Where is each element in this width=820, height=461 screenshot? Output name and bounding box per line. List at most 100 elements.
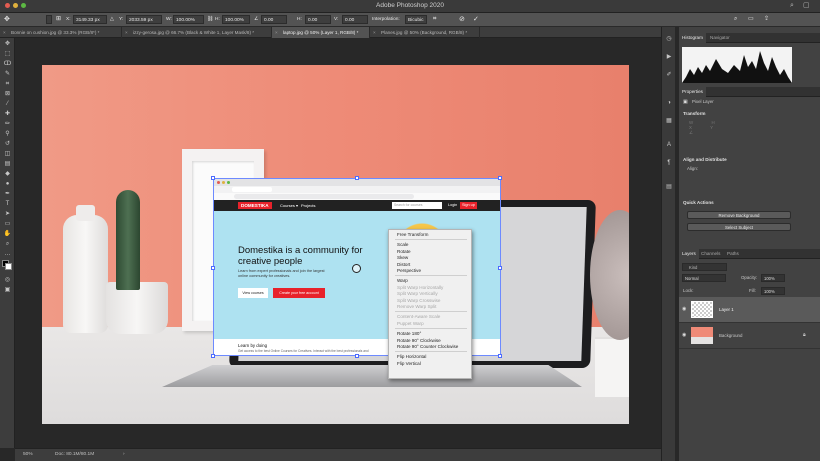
height-field[interactable]: 100.00% bbox=[222, 15, 250, 24]
warp-mode-icon[interactable]: ⌗ bbox=[433, 15, 436, 24]
crop-tool-icon[interactable]: ⌗ bbox=[3, 80, 12, 88]
context-menu-item[interactable]: Rotate 90° Counter Clockwise bbox=[397, 344, 458, 349]
context-menu-item[interactable]: Skew bbox=[397, 255, 408, 260]
history-brush-icon[interactable]: ↺ bbox=[3, 140, 12, 148]
tab-properties[interactable]: Properties bbox=[679, 87, 706, 97]
zoom-tool-icon[interactable]: ⌕ bbox=[3, 240, 12, 248]
search-icon[interactable]: ⌕ bbox=[734, 15, 737, 24]
document-tab[interactable]: × Bonnie on cushion.jpg @ 33.3% (RGB/8*) … bbox=[0, 27, 122, 38]
close-tab-icon[interactable]: × bbox=[373, 27, 376, 38]
context-menu-item[interactable]: Flip Horizontal bbox=[397, 354, 426, 359]
quick-mask-icon[interactable]: ◎ bbox=[3, 276, 12, 284]
foreground-color-swatch[interactable] bbox=[5, 263, 12, 270]
transform-handle[interactable] bbox=[498, 354, 502, 358]
context-menu-item[interactable]: Rotate bbox=[397, 249, 411, 254]
commit-transform-icon[interactable]: ✓ bbox=[473, 15, 479, 24]
tab-paths[interactable]: Paths bbox=[724, 249, 742, 259]
context-menu-item[interactable]: Perspective bbox=[397, 268, 421, 273]
context-menu-item[interactable]: Distort bbox=[397, 262, 410, 267]
close-tab-icon[interactable]: × bbox=[3, 27, 6, 38]
reference-point-icon[interactable] bbox=[352, 264, 361, 273]
h-skew-field[interactable]: 0.00 bbox=[305, 15, 331, 24]
share-icon[interactable]: ⇪ bbox=[764, 15, 769, 24]
angle-field[interactable]: 0.00 bbox=[261, 15, 287, 24]
layer-row[interactable]: ◉ Background 🔒︎ bbox=[679, 323, 820, 349]
opacity-field[interactable]: 100% bbox=[761, 274, 785, 282]
eyedropper-tool-icon[interactable]: ⁄ bbox=[3, 100, 12, 108]
tab-navigator[interactable]: Navigator bbox=[707, 33, 733, 43]
y-position-field[interactable]: 2033.59 px bbox=[126, 15, 162, 24]
reference-point-icon[interactable]: ⊞ bbox=[56, 15, 61, 24]
adjustments-icon[interactable]: ◑ bbox=[665, 99, 673, 107]
more-tools-icon[interactable]: … bbox=[3, 250, 12, 258]
close-tab-icon[interactable]: × bbox=[275, 27, 278, 38]
context-menu-item[interactable]: Flip Vertical bbox=[397, 361, 421, 366]
tab-layers[interactable]: Layers bbox=[679, 249, 699, 259]
tab-channels[interactable]: Channels bbox=[698, 249, 723, 259]
move-tool-icon[interactable]: ✥ bbox=[4, 15, 10, 24]
visibility-eye-icon[interactable]: ◉ bbox=[682, 332, 686, 338]
document-tab[interactable]: × izzy-gerosa.jpg @ 66.7% (Black & White … bbox=[122, 27, 272, 38]
width-field[interactable]: 100.00% bbox=[173, 15, 204, 24]
context-menu-item[interactable]: Scale bbox=[397, 242, 409, 247]
context-menu-item[interactable]: Warp bbox=[397, 278, 408, 283]
nav-courses[interactable]: Courses ▾ bbox=[280, 202, 298, 209]
transform-handle[interactable] bbox=[355, 354, 359, 358]
artboard-tool-icon[interactable]: ⬚ bbox=[3, 50, 12, 58]
transform-handle[interactable] bbox=[211, 176, 215, 180]
pen-tool-icon[interactable]: ✒ bbox=[3, 190, 12, 198]
fill-field[interactable]: 100% bbox=[761, 287, 785, 295]
visibility-eye-icon[interactable]: ◉ bbox=[682, 306, 686, 312]
site-search[interactable]: Search for courses bbox=[392, 202, 442, 209]
frame-tool-icon[interactable]: ⊠ bbox=[3, 90, 12, 98]
layer-row-selected[interactable]: ◉ Layer 1 bbox=[679, 297, 820, 323]
select-subject-button[interactable]: Select Subject bbox=[687, 223, 791, 231]
screen-mode-icon[interactable]: ▣ bbox=[3, 286, 12, 294]
link-icon[interactable]: ⛓ bbox=[207, 15, 213, 24]
reference-point-checkbox[interactable] bbox=[46, 15, 52, 24]
quick-actions-title[interactable]: Quick Actions bbox=[683, 200, 714, 205]
workspace-switcher-icon[interactable]: ▭ bbox=[748, 15, 754, 24]
transform-handle[interactable] bbox=[498, 266, 502, 270]
context-menu-item[interactable]: Rotate 180° bbox=[397, 331, 421, 336]
document-tab-active[interactable]: × laptop.jpg @ 50% (Layer 1, RGB/8) * bbox=[272, 27, 370, 38]
v-skew-field[interactable]: 0.00 bbox=[342, 15, 368, 24]
context-menu-item[interactable]: Rotate 90° Clockwise bbox=[397, 338, 441, 343]
rectangle-tool-icon[interactable]: ▭ bbox=[3, 220, 12, 228]
document-tab[interactable]: × Planes.jpg @ 50% (Background, RGB/8) * bbox=[370, 27, 480, 38]
site-signup[interactable]: Sign up bbox=[460, 202, 477, 209]
dodge-tool-icon[interactable]: ● bbox=[3, 180, 12, 188]
transform-section-title[interactable]: Transform bbox=[683, 111, 705, 116]
history-icon[interactable]: ◷ bbox=[665, 35, 673, 43]
quick-select-tool-icon[interactable]: ✎ bbox=[3, 70, 12, 78]
blur-tool-icon[interactable]: ◆ bbox=[3, 170, 12, 178]
tab-histogram[interactable]: Histogram bbox=[679, 33, 706, 43]
view-courses-button[interactable]: View courses bbox=[238, 288, 268, 298]
status-arrow-icon[interactable]: › bbox=[123, 449, 125, 461]
eraser-tool-icon[interactable]: ◫ bbox=[3, 150, 12, 158]
play-icon[interactable]: ▶ bbox=[665, 53, 673, 61]
nav-projects[interactable]: Projects bbox=[301, 202, 315, 209]
brush-settings-icon[interactable]: ✐ bbox=[665, 71, 673, 79]
type-tool-icon[interactable]: T bbox=[3, 200, 12, 208]
cancel-transform-icon[interactable]: ⊘ bbox=[459, 15, 465, 24]
create-account-button[interactable]: Create your free account bbox=[273, 288, 325, 298]
layer-name[interactable]: Layer 1 bbox=[719, 307, 734, 312]
paragraph-icon[interactable]: ¶ bbox=[665, 159, 673, 167]
remove-background-button[interactable]: Remove Background bbox=[687, 211, 791, 219]
blend-mode-select[interactable]: Normal bbox=[682, 274, 726, 282]
interpolation-select[interactable]: Bicubic bbox=[405, 15, 427, 24]
swatches-icon[interactable]: ▤ bbox=[665, 183, 673, 191]
context-menu-item[interactable]: Free Transform bbox=[397, 232, 428, 237]
clone-stamp-icon[interactable]: ⚲ bbox=[3, 130, 12, 138]
transform-handle[interactable] bbox=[498, 176, 502, 180]
align-section-title[interactable]: Align and Distribute bbox=[683, 157, 727, 162]
gradient-tool-icon[interactable]: ▤ bbox=[3, 160, 12, 168]
transform-handle[interactable] bbox=[211, 266, 215, 270]
hand-tool-icon[interactable]: ✋ bbox=[3, 230, 12, 238]
layer-filter-select[interactable]: Kind bbox=[682, 263, 727, 271]
path-select-icon[interactable]: ➤ bbox=[3, 210, 12, 218]
close-tab-icon[interactable]: × bbox=[125, 27, 128, 38]
workspace-icon[interactable]: ▢ bbox=[803, 1, 810, 9]
search-icon[interactable]: ⌕ bbox=[790, 2, 794, 10]
